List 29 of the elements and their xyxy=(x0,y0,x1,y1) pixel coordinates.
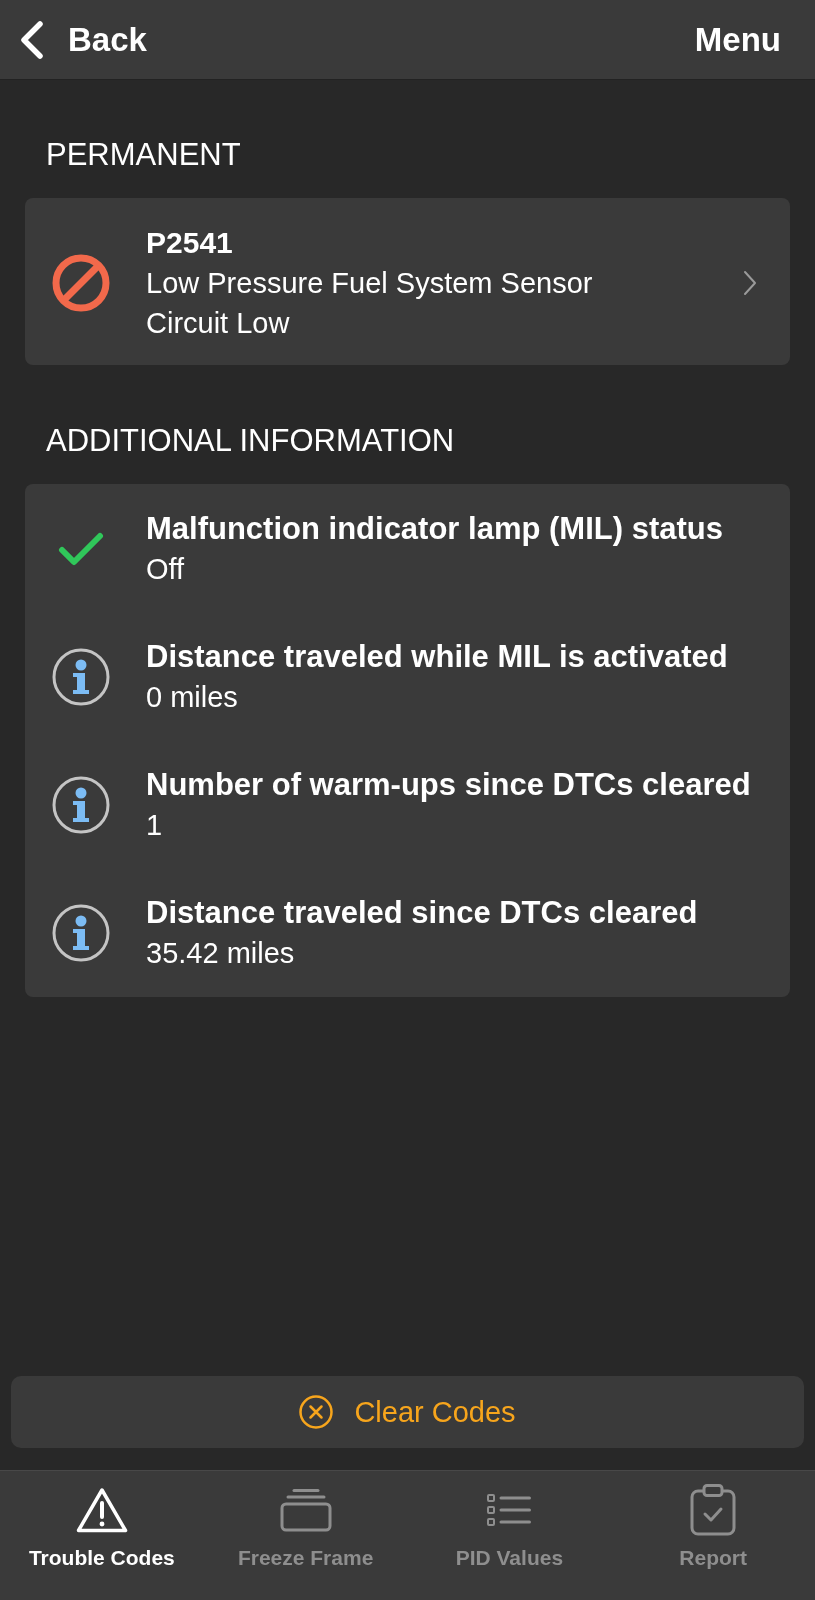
info-icon xyxy=(52,648,110,706)
tab[interactable]: Trouble Codes xyxy=(0,1471,204,1600)
chevron-right-icon xyxy=(743,270,757,296)
warning-icon xyxy=(75,1487,128,1533)
info-icon xyxy=(52,776,110,834)
section-heading: PERMANENT xyxy=(46,136,241,174)
section-heading: ADDITIONAL INFORMATION xyxy=(46,422,455,460)
clipboard-check-icon xyxy=(690,1484,737,1536)
checkmark-icon xyxy=(58,531,104,567)
code-description: Low Pressure Fuel System Sensor Circuit Low xyxy=(146,266,594,341)
info-value: 35.42 miles xyxy=(146,936,295,971)
trouble-code-card[interactable]: P2541 Low Pressure Fuel System Sensor Circuit Low xyxy=(25,198,790,365)
list-icon xyxy=(487,1494,532,1526)
stacked-frame-icon xyxy=(279,1488,332,1532)
info-value: 0 miles xyxy=(146,680,238,715)
info-value: Off xyxy=(146,552,185,587)
menu-button[interactable]: Menu xyxy=(694,19,781,60)
chevron-left-icon xyxy=(20,19,44,60)
info-label: Malfunction indicator lamp (MIL) status xyxy=(146,510,723,548)
info-value: 1 xyxy=(146,808,163,843)
prohibited-icon xyxy=(52,254,110,312)
trouble-code: P2541 xyxy=(146,225,233,261)
back-button[interactable]: Back xyxy=(20,19,147,60)
info-label: Number of warm-ups since DTCs cleared xyxy=(146,766,751,804)
info-label: Distance traveled since DTCs cleared xyxy=(146,894,698,932)
close-circle-icon xyxy=(299,1395,334,1429)
clear-codes-button[interactable]: Clear Codes xyxy=(11,1376,804,1448)
info-label: Distance traveled while MIL is activated xyxy=(146,638,728,676)
info-icon xyxy=(52,904,110,962)
